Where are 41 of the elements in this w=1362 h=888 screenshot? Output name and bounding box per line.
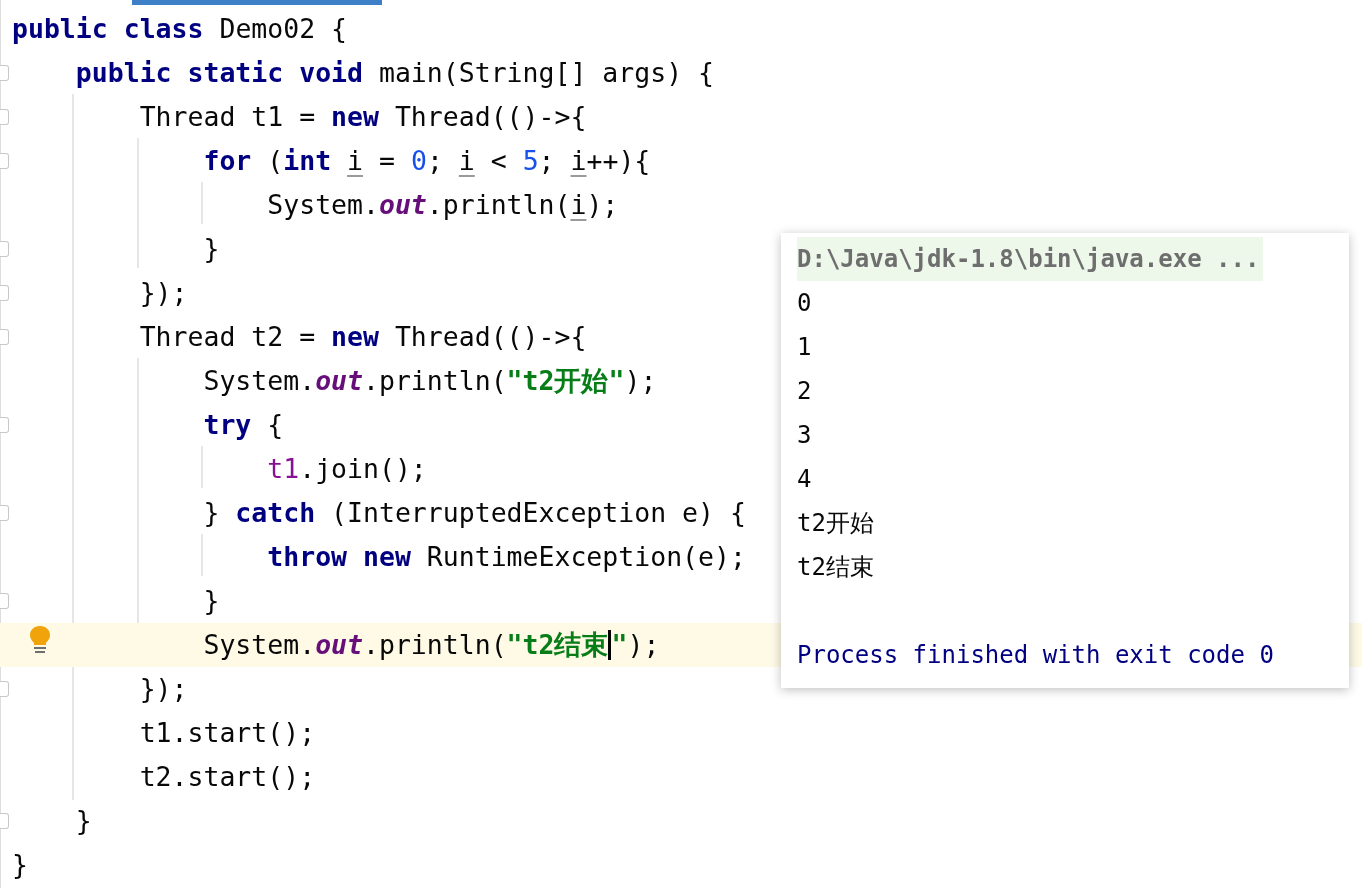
- fold-marker-icon[interactable]: [0, 285, 9, 301]
- code-line: Thread t2 = new Thread(()->{: [139, 320, 587, 354]
- output-line: 1: [797, 332, 813, 363]
- fold-marker-icon[interactable]: [0, 241, 9, 257]
- output-line: 4: [797, 464, 813, 495]
- fold-marker-icon[interactable]: [0, 417, 9, 433]
- output-line: 0: [797, 288, 813, 319]
- code-line: t1.start();: [139, 716, 316, 750]
- fold-marker-icon[interactable]: [0, 681, 9, 697]
- output-line: t2开始: [797, 508, 875, 539]
- fold-marker-icon[interactable]: [0, 593, 9, 609]
- code-line: } catch (InterruptedException e) {: [203, 496, 746, 530]
- lightbulb-icon[interactable]: [29, 625, 51, 655]
- exit-message: Process finished with exit code 0: [797, 640, 1275, 671]
- fold-marker-icon[interactable]: [0, 329, 9, 345]
- code-line: });: [139, 672, 188, 706]
- fold-marker-icon[interactable]: [0, 109, 9, 125]
- code-line: }: [203, 232, 220, 266]
- code-line: Thread t1 = new Thread(()->{: [139, 100, 587, 134]
- code-line: throw new RuntimeException(e);: [267, 540, 746, 574]
- code-line: });: [139, 276, 188, 310]
- code-line: System.out.println(i);: [267, 188, 619, 222]
- fold-marker-icon[interactable]: [0, 65, 9, 81]
- code-line: for (int i = 0; i < 5; i++){: [203, 144, 651, 178]
- fold-marker-icon[interactable]: [0, 505, 9, 521]
- code-line: }: [75, 804, 92, 838]
- code-line: }: [12, 848, 28, 882]
- output-line: 2: [797, 376, 813, 407]
- output-line: t2结束: [797, 552, 875, 583]
- code-line: public class Demo02 {: [12, 12, 348, 46]
- code-line: try {: [203, 408, 284, 442]
- code-line: t2.start();: [139, 760, 316, 794]
- text-cursor: [608, 630, 612, 660]
- code-line: System.out.println("t2结束");: [203, 628, 660, 662]
- fold-marker-icon[interactable]: [0, 813, 9, 829]
- code-line: public static void main(String[] args) {: [75, 56, 714, 90]
- output-line: 3: [797, 420, 813, 451]
- code-line: }: [203, 584, 220, 618]
- code-line: t1.join();: [267, 452, 427, 486]
- code-line: System.out.println("t2开始");: [203, 364, 657, 398]
- fold-marker-icon[interactable]: [0, 153, 9, 169]
